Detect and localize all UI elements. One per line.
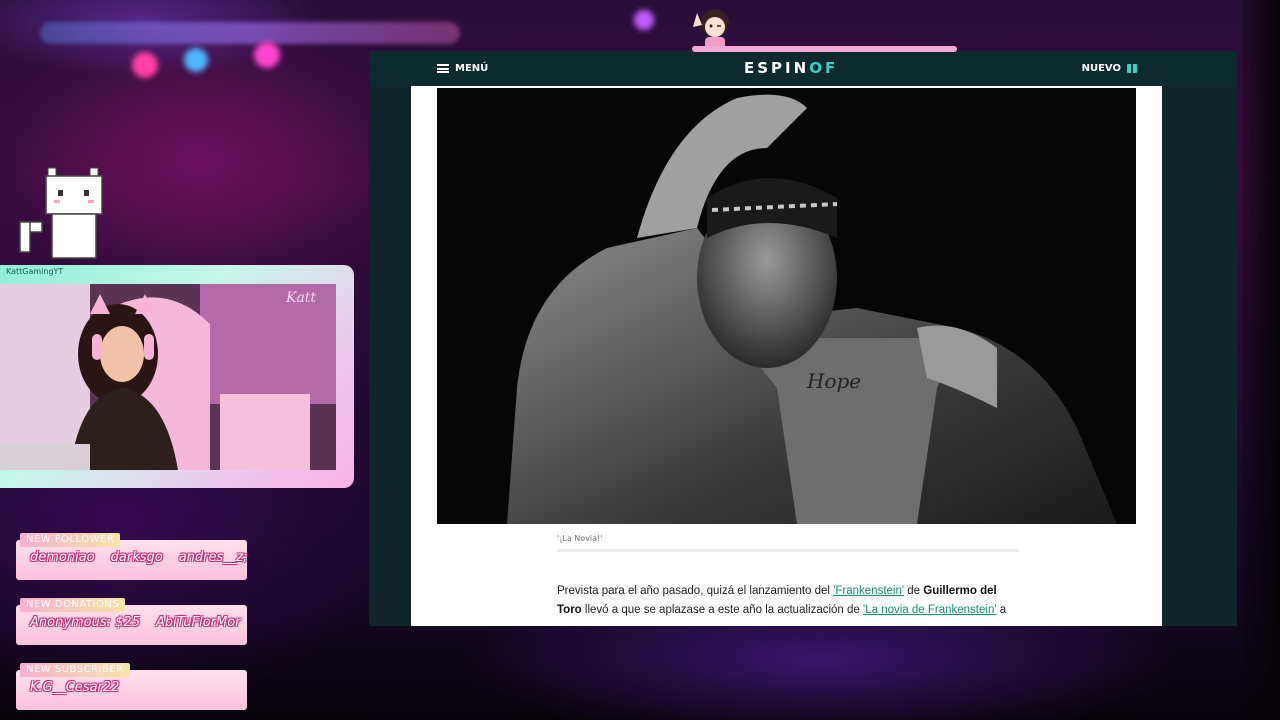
paragraph-text: a xyxy=(996,604,1007,616)
donor-name: AbiTuFlorMor xyxy=(155,615,241,630)
alert-names: K.G__Cesar22 xyxy=(30,680,135,695)
neon-light-bar xyxy=(40,22,460,44)
webcam-feed: Katt xyxy=(0,284,336,470)
webcam-label: KattGamingYT xyxy=(6,267,64,276)
site-logo[interactable]: ESPINOF xyxy=(744,59,838,77)
hero-image: Hope xyxy=(437,88,1136,524)
image-caption: '¡La Novia!' xyxy=(557,534,603,543)
follower-name: darksgo xyxy=(110,550,163,565)
bride-of-frankenstein-link[interactable]: 'La novia de Frankenstein' xyxy=(863,604,997,616)
donation-alert: NEW DONATIONS Anonymous: $25 AbiTuFlorMor xyxy=(16,598,247,645)
subscriber-name: K.G__Cesar22 xyxy=(30,680,120,695)
menu-button[interactable]: MENÚ xyxy=(437,63,488,74)
donor-name: Anonymous: $25 xyxy=(30,615,140,630)
browser-capture: MENÚ ESPINOF NUEVO Hope '¡La Novia!' Pre… xyxy=(369,51,1237,626)
follower-name: demoniao xyxy=(30,550,95,565)
subscriber-alert: NEW SUBSCRIBER K.G__Cesar22 xyxy=(16,663,247,710)
alert-names: demoniao darksgo andres__z; xyxy=(30,550,264,565)
stage-light xyxy=(634,10,654,30)
stage-light xyxy=(132,52,158,78)
frankenstein-link[interactable]: 'Frankenstein' xyxy=(833,585,904,597)
alert-title: NEW FOLLOWER xyxy=(20,533,121,547)
svg-text:Hope: Hope xyxy=(806,369,861,393)
neon-sign: Katt xyxy=(285,290,316,306)
paragraph-text: de xyxy=(904,585,924,597)
menu-label: MENÚ xyxy=(455,63,489,74)
alert-title: NEW SUBSCRIBER xyxy=(20,663,130,677)
paragraph-text: llevó a que se aplazase a este año la ac… xyxy=(581,604,864,616)
book-icon xyxy=(1127,64,1137,73)
new-label: NUEVO xyxy=(1081,63,1121,74)
hamburger-icon xyxy=(437,64,449,73)
right-shadow xyxy=(1242,0,1280,720)
paragraph-text: Prevista para el año pasado, quizá el la… xyxy=(557,585,834,597)
site-header: MENÚ ESPINOF NUEVO xyxy=(369,51,1237,86)
follower-alert: NEW FOLLOWER demoniao darksgo andres__z; xyxy=(16,533,248,580)
alert-title: NEW DONATIONS xyxy=(20,598,126,612)
follower-name: andres__z; xyxy=(178,550,248,565)
alert-names: Anonymous: $25 AbiTuFlorMor xyxy=(30,615,257,630)
article-page: Hope '¡La Novia!' Prevista para el año p… xyxy=(411,86,1162,626)
chibi-mascot-icon xyxy=(693,9,729,49)
new-button[interactable]: NUEVO xyxy=(1082,63,1137,74)
pink-accent-strip xyxy=(692,46,957,52)
caption-divider xyxy=(557,549,1019,552)
stage-light xyxy=(184,48,208,72)
pixel-cat-icon xyxy=(19,167,103,259)
stage-light xyxy=(254,42,280,68)
article-paragraph: Prevista para el año pasado, quizá el la… xyxy=(557,582,1019,620)
